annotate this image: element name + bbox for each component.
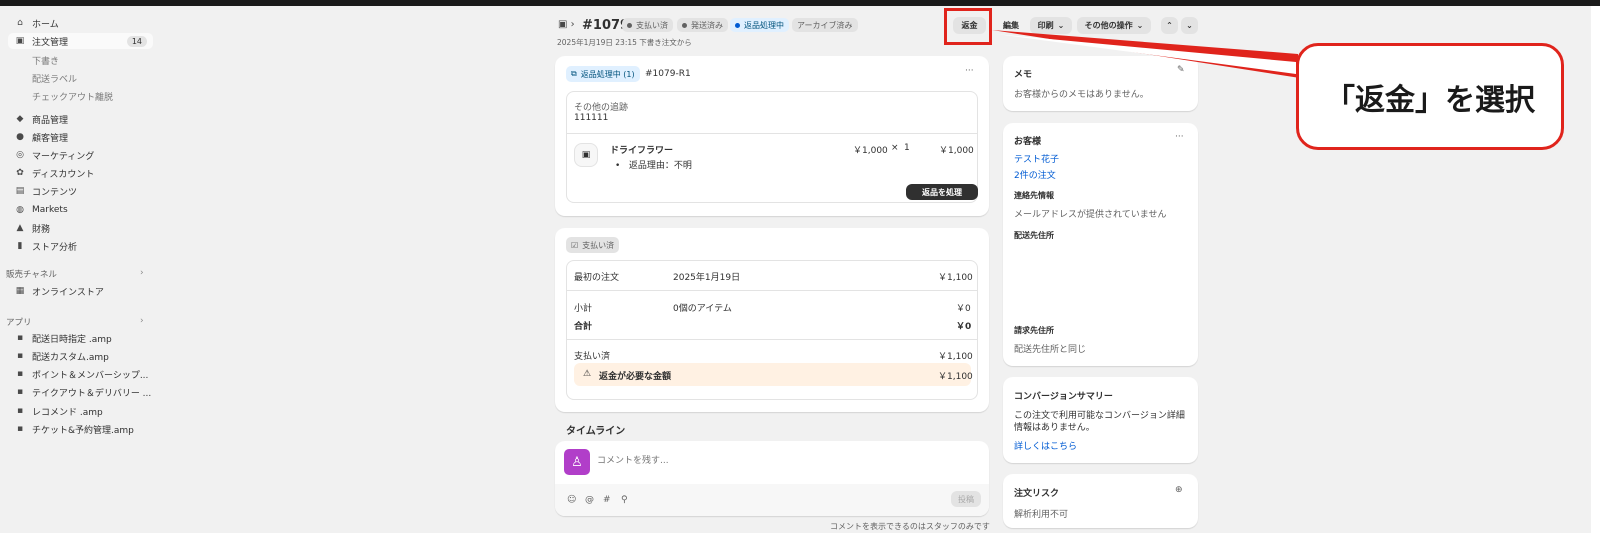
annotation-callout: 「返金」を選択	[1296, 43, 1564, 150]
